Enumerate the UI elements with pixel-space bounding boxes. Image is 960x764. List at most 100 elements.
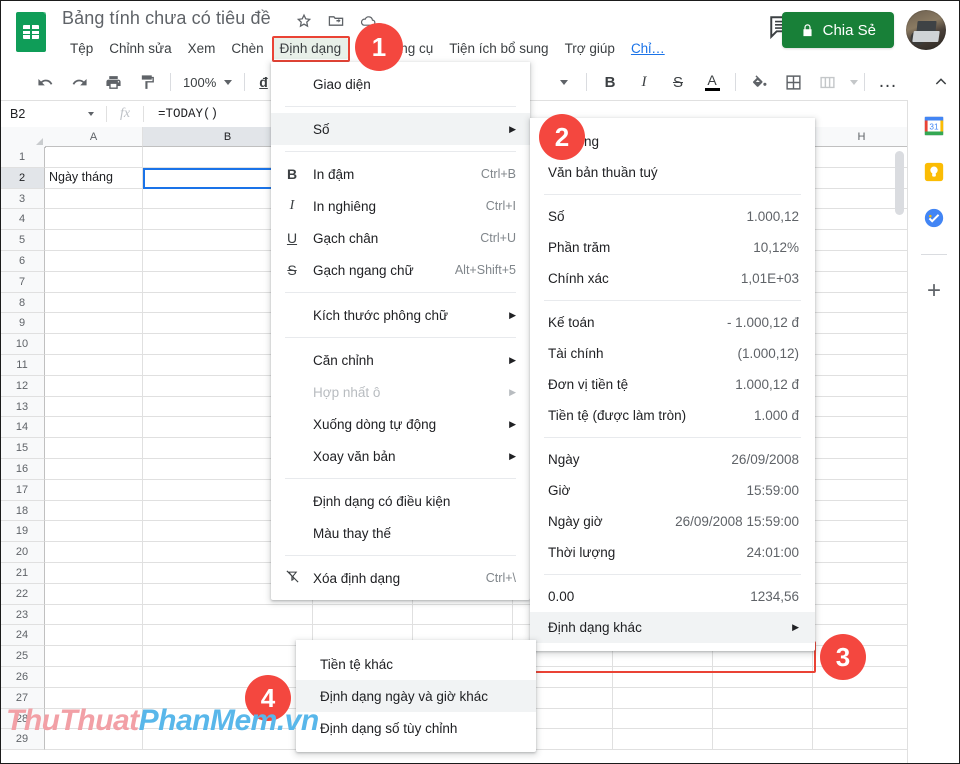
cell-G28[interactable] xyxy=(713,708,813,730)
cell-G29[interactable] xyxy=(713,729,813,751)
row-header-14[interactable]: 14 xyxy=(0,417,45,439)
row-header-5[interactable]: 5 xyxy=(0,230,45,251)
cell-A13[interactable] xyxy=(45,396,143,418)
share-button[interactable]: Chia Sẻ xyxy=(781,12,894,48)
cell-A18[interactable] xyxy=(45,500,143,522)
row-header-1[interactable]: 1 xyxy=(0,147,45,168)
cell-H23[interactable] xyxy=(813,605,908,626)
cell-A6[interactable] xyxy=(45,250,143,272)
menu-item-dinh-dang[interactable]: Định dạng xyxy=(271,38,350,59)
cell-H1[interactable] xyxy=(813,147,908,168)
row-header-9[interactable]: 9 xyxy=(0,313,45,335)
number-format-item-1[interactable]: Văn bản thuần tuý xyxy=(530,157,815,188)
row-header-16[interactable]: 16 xyxy=(0,458,45,480)
number-format-item-9[interactable]: Đơn vị tiền tệ 1.000,12 đ xyxy=(530,369,815,400)
cell-A4[interactable] xyxy=(45,209,143,231)
menu-item-xem[interactable]: Xem xyxy=(180,38,224,59)
merge-chevron-icon[interactable] xyxy=(850,79,858,85)
cell-H28[interactable] xyxy=(813,709,908,730)
cell-D23[interactable] xyxy=(413,604,513,626)
cell-A20[interactable] xyxy=(45,542,143,563)
cell-H8[interactable] xyxy=(813,293,908,314)
google-keep-icon[interactable] xyxy=(922,160,946,184)
cell-A12[interactable] xyxy=(45,375,143,397)
more-format-item-0[interactable]: Tiền tệ khác xyxy=(296,648,536,680)
number-format-item-8[interactable]: Tài chính (1.000,12) xyxy=(530,338,815,369)
number-format-item-7[interactable]: Kế toán - 1.000,12 đ xyxy=(530,307,815,338)
cell-H29[interactable] xyxy=(813,729,908,751)
menu-item-chen[interactable]: Chèn xyxy=(223,38,271,59)
format-menu-item-9[interactable]: Kích thước phông chữ ▶ xyxy=(271,299,530,331)
cell-H2[interactable] xyxy=(813,168,908,189)
more-format-item-2[interactable]: Định dạng số tùy chỉnh xyxy=(296,712,536,744)
strikethrough-button[interactable]: S xyxy=(664,68,692,96)
row-header-26[interactable]: 26 xyxy=(0,666,45,688)
cell-H12[interactable] xyxy=(813,376,908,397)
print-icon[interactable] xyxy=(99,68,127,96)
cell-G27[interactable] xyxy=(713,687,813,709)
row-header-25[interactable]: 25 xyxy=(0,646,45,667)
cell-A23[interactable] xyxy=(45,604,143,626)
format-menu-item-19[interactable]: Xóa định dạng Ctrl+\ xyxy=(271,562,530,594)
cell-A8[interactable] xyxy=(45,292,143,314)
number-format-item-15[interactable]: Thời lượng 24:01:00 xyxy=(530,537,815,568)
cell-B26[interactable] xyxy=(143,666,313,688)
number-format-item-18[interactable]: Định dạng khác ▶ xyxy=(530,612,815,643)
cell-G26[interactable] xyxy=(713,666,813,688)
cell-A19[interactable] xyxy=(45,521,143,543)
document-title[interactable]: Bảng tính chưa có tiêu đề xyxy=(62,8,271,29)
merge-cells-icon[interactable] xyxy=(813,68,841,96)
collapse-toolbar-icon[interactable] xyxy=(927,68,955,96)
format-menu-item-2[interactable]: Số ▶ xyxy=(271,113,530,145)
row-header-13[interactable]: 13 xyxy=(0,396,45,418)
zoom-selector[interactable]: 100% xyxy=(177,75,238,90)
row-header-2[interactable]: 2 xyxy=(0,167,45,189)
format-menu-item-7[interactable]: S Gạch ngang chữ Alt+Shift+5 xyxy=(271,254,530,286)
format-menu-item-11[interactable]: Căn chỉnh ▶ xyxy=(271,344,530,376)
row-header-20[interactable]: 20 xyxy=(0,542,45,563)
cell-H18[interactable] xyxy=(813,501,908,522)
cell-A9[interactable] xyxy=(45,313,143,335)
number-format-item-17[interactable]: 0.00 1234,56 xyxy=(530,581,815,612)
cell-H3[interactable] xyxy=(813,189,908,210)
number-format-item-4[interactable]: Phần trăm 10,12% xyxy=(530,232,815,263)
format-menu-item-5[interactable]: I In nghiêng Ctrl+I xyxy=(271,190,530,222)
more-format-item-1[interactable]: Định dạng ngày và giờ khác xyxy=(296,680,536,712)
cell-A2[interactable]: Ngày tháng xyxy=(45,167,143,189)
star-icon[interactable] xyxy=(295,12,313,30)
number-format-item-14[interactable]: Ngày giờ 26/09/2008 15:59:00 xyxy=(530,506,815,537)
number-format-item-5[interactable]: Chính xác 1,01E+03 xyxy=(530,263,815,294)
cell-H17[interactable] xyxy=(813,480,908,501)
cell-H10[interactable] xyxy=(813,334,908,355)
italic-button[interactable]: I xyxy=(630,68,658,96)
cell-H9[interactable] xyxy=(813,313,908,335)
name-box[interactable]: B2 xyxy=(0,107,82,121)
row-header-8[interactable]: 8 xyxy=(0,292,45,314)
cell-A25[interactable] xyxy=(45,646,143,667)
cell-A10[interactable] xyxy=(45,334,143,355)
row-header-11[interactable]: 11 xyxy=(0,354,45,376)
format-menu-item-12[interactable]: Hợp nhất ô ▶ xyxy=(271,376,530,408)
row-header-23[interactable]: 23 xyxy=(0,604,45,626)
row-header-21[interactable]: 21 xyxy=(0,562,45,584)
cell-H16[interactable] xyxy=(813,459,908,480)
cell-F26[interactable] xyxy=(613,666,713,688)
cell-A1[interactable] xyxy=(45,147,143,168)
cell-H14[interactable] xyxy=(813,417,908,439)
cell-H7[interactable] xyxy=(813,272,908,293)
row-header-6[interactable]: 6 xyxy=(0,250,45,272)
menu-item-chinh-sua[interactable]: Chỉnh sửa xyxy=(101,38,179,59)
cell-A15[interactable] xyxy=(45,438,143,459)
select-all-corner[interactable] xyxy=(0,127,46,148)
google-tasks-icon[interactable] xyxy=(922,206,946,230)
row-header-3[interactable]: 3 xyxy=(0,188,45,210)
format-menu-item-17[interactable]: Màu thay thế xyxy=(271,517,530,549)
menu-item-tien-ich-bo-sung[interactable]: Tiện ích bổ sung xyxy=(441,38,556,59)
name-box-chevron-icon[interactable] xyxy=(88,112,94,116)
row-header-4[interactable]: 4 xyxy=(0,209,45,231)
format-menu-item-14[interactable]: Xoay văn bản ▶ xyxy=(271,440,530,472)
row-header-24[interactable]: 24 xyxy=(0,625,45,647)
cell-H13[interactable] xyxy=(813,397,908,418)
column-header-a[interactable]: A xyxy=(45,127,143,147)
cell-A16[interactable] xyxy=(45,458,143,480)
